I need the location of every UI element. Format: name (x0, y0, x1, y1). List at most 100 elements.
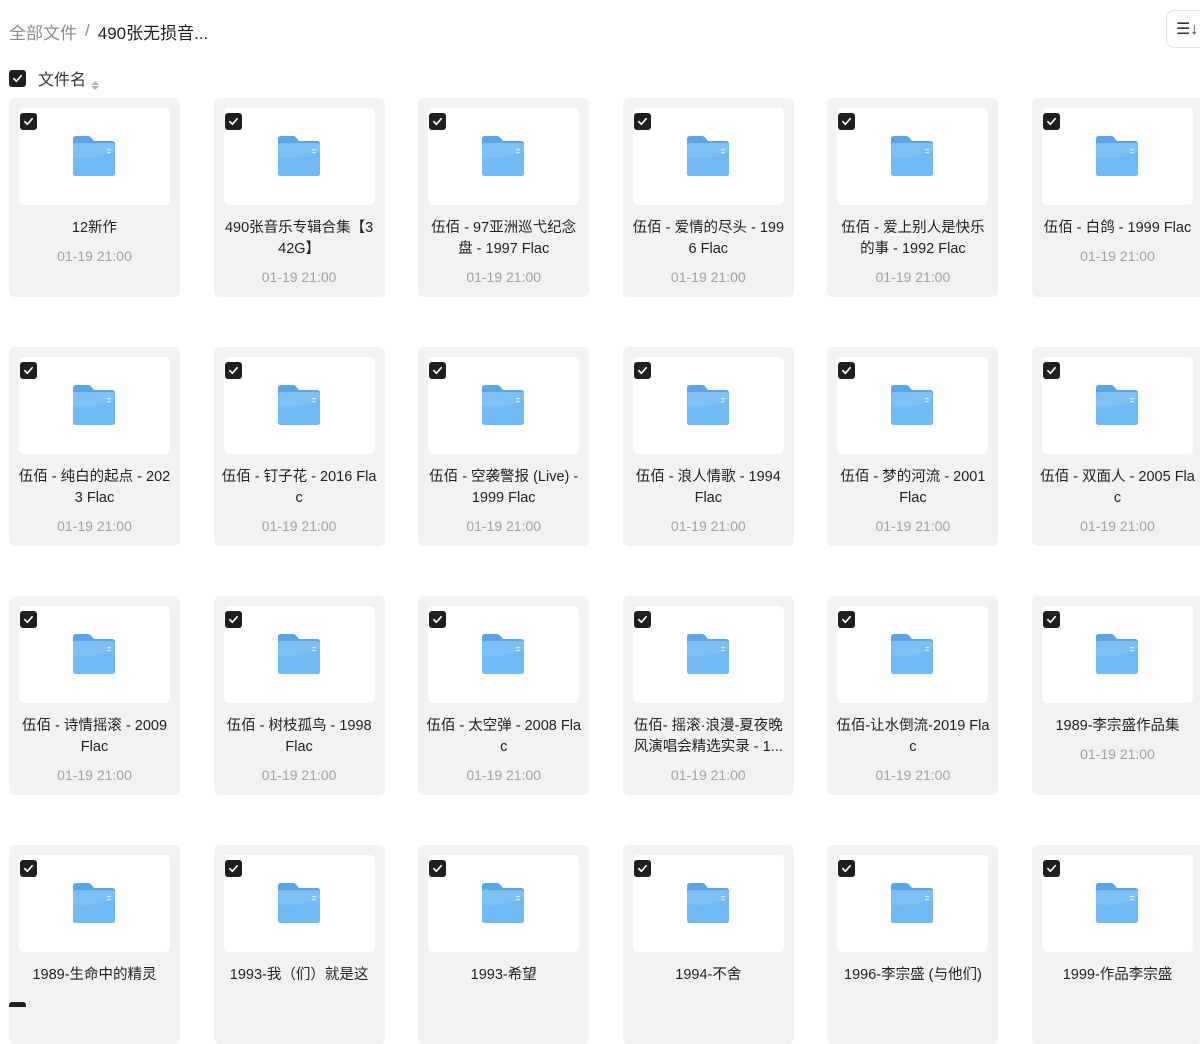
folder-checkbox[interactable] (633, 362, 651, 379)
folder-checkbox[interactable] (429, 611, 447, 628)
folder-card[interactable]: 伍佰 - 双面人 - 2005 Flac 01-19 21:00 (1032, 347, 1200, 546)
checkmark-icon (1047, 615, 1056, 624)
folder-name: 伍佰 - 爱上别人是快乐的事 - 1992 Flac (841, 220, 985, 257)
sort-button[interactable]: ☰↓ (1166, 10, 1200, 48)
checkmark-icon (842, 366, 852, 375)
folder-icon (685, 633, 731, 675)
folder-icon (1094, 882, 1140, 924)
folder-name: 伍佰 - 诗情摇滚 - 2009 Flac (21, 718, 168, 755)
folder-checkbox[interactable] (429, 860, 447, 877)
folder-checkbox[interactable] (224, 113, 242, 130)
folder-checkbox[interactable] (20, 362, 37, 379)
folder-checkbox[interactable] (838, 860, 856, 877)
folder-checkbox[interactable] (429, 362, 447, 379)
breadcrumb-current-folder: 490张无损音... (97, 23, 209, 43)
folder-card[interactable]: 伍佰-让水倒流-2019 Flac 01-19 21:00 (827, 596, 999, 795)
footer-bar (0, 1000, 1200, 1007)
folder-card[interactable]: 伍佰 - 97亚洲巡弋纪念盘 - 1997 Flac 01-19 21:00 (418, 98, 590, 297)
folder-name: 伍佰 - 钉子花 - 2016 Flac (221, 469, 377, 506)
folder-card[interactable]: 1996-李宗盛 (与他们) (827, 845, 999, 1044)
folder-name: 12新作 (71, 220, 118, 236)
folder-card[interactable]: 12新作 01-19 21:00 (9, 98, 180, 297)
folder-card[interactable]: 伍佰 - 诗情摇滚 - 2009 Flac 01-19 21:00 (9, 596, 180, 795)
folder-card[interactable]: 1993-我（们）就是这 (213, 845, 385, 1044)
folder-checkbox[interactable] (224, 611, 242, 628)
folder-date: 01-19 21:00 (261, 269, 337, 285)
folder-checkbox[interactable] (224, 362, 242, 379)
folder-name: 1993-希望 (470, 967, 537, 983)
checkmark-icon (637, 615, 647, 624)
folder-card[interactable]: 伍佰 - 树枝孤鸟 - 1998 Flac 01-19 21:00 (213, 596, 385, 795)
folder-date: 01-19 21:00 (670, 269, 746, 285)
folder-checkbox[interactable] (429, 113, 447, 130)
folder-card[interactable]: 伍佰 - 白鸽 - 1999 Flac 01-19 21:00 (1032, 98, 1200, 297)
folder-date: 01-19 21:00 (466, 767, 542, 783)
folder-checkbox[interactable] (224, 860, 242, 877)
folder-date: 01-19 21:00 (875, 767, 951, 783)
folder-icon (71, 882, 117, 924)
sort-arrows-icon (91, 81, 100, 90)
folder-card[interactable]: 伍佰- 摇滚·浪漫-夏夜晚风演唱会精选实录 - 1... 01-19 21:00 (622, 596, 794, 795)
folder-card[interactable]: 1989-生命中的精灵 (9, 845, 180, 1044)
folder-icon (889, 384, 935, 426)
folder-name: 1993-我（们）就是这 (229, 967, 369, 983)
folder-icon (276, 882, 322, 924)
folder-card[interactable]: 伍佰 - 浪人情歌 - 1994 Flac 01-19 21:00 (622, 347, 794, 546)
folder-checkbox[interactable] (838, 611, 856, 628)
checkmark-icon (24, 366, 33, 375)
select-all-checkbox[interactable] (9, 69, 26, 87)
checkmark-icon (842, 117, 852, 126)
folder-checkbox[interactable] (1043, 860, 1060, 877)
folder-card[interactable]: 伍佰 - 太空弹 - 2008 Flac 01-19 21:00 (418, 596, 590, 795)
checkmark-icon (433, 366, 443, 375)
checkmark-icon (842, 615, 852, 624)
checkmark-icon (433, 864, 443, 873)
folder-checkbox[interactable] (633, 860, 651, 877)
checkmark-icon (433, 117, 443, 126)
folder-checkbox[interactable] (1043, 113, 1060, 130)
footer-checkbox[interactable] (9, 1002, 26, 1007)
breadcrumb-root-link[interactable]: 全部文件 (9, 19, 77, 44)
folder-icon (889, 135, 935, 177)
folder-checkbox[interactable] (1043, 362, 1060, 379)
checkmark-icon (228, 366, 238, 375)
folder-card[interactable]: 伍佰 - 纯白的起点 - 2023 Flac 01-19 21:00 (9, 347, 180, 546)
list-sort-icon: ☰↓ (1176, 21, 1199, 38)
folder-name: 伍佰 - 太空弹 - 2008 Flac (426, 718, 582, 755)
folder-date: 01-19 21:00 (57, 248, 132, 264)
folder-name: 伍佰 - 树枝孤鸟 - 1998 Flac (226, 718, 372, 755)
checkmark-icon (1047, 864, 1056, 873)
folder-card[interactable]: 伍佰 - 钉子花 - 2016 Flac 01-19 21:00 (213, 347, 385, 546)
folder-card[interactable]: 伍佰 - 爱上别人是快乐的事 - 1992 Flac 01-19 21:00 (827, 98, 999, 297)
folder-checkbox[interactable] (633, 611, 651, 628)
folder-checkbox[interactable] (20, 113, 37, 130)
folder-icon (1094, 135, 1140, 177)
folder-date: 01-19 21:00 (466, 269, 542, 285)
folder-checkbox[interactable] (838, 113, 856, 130)
folder-checkbox[interactable] (20, 611, 37, 628)
folder-checkbox[interactable] (838, 362, 856, 379)
folder-name: 伍佰 - 纯白的起点 - 2023 Flac (18, 469, 171, 506)
breadcrumb-separator: / (85, 21, 90, 40)
folder-checkbox[interactable] (20, 860, 37, 877)
filename-column-label[interactable]: 文件名 (38, 66, 100, 90)
folder-card[interactable]: 1993-希望 (418, 845, 590, 1044)
checkmark-icon (228, 615, 238, 624)
folder-checkbox[interactable] (1043, 611, 1060, 628)
folder-checkbox[interactable] (633, 113, 651, 130)
folder-card[interactable]: 伍佰 - 空袭警报 (Live) - 1999 Flac 01-19 21:00 (418, 347, 590, 546)
folder-card[interactable]: 伍佰 - 梦的河流 - 2001 Flac 01-19 21:00 (827, 347, 999, 546)
folder-card[interactable]: 490张音乐专辑合集【342G】 01-19 21:00 (213, 98, 385, 297)
checkmark-icon (637, 117, 647, 126)
folder-card[interactable]: 1994-不舍 (622, 845, 794, 1044)
checkmark-icon (1047, 366, 1056, 375)
folder-card[interactable]: 伍佰 - 爱情的尽头 - 1996 Flac 01-19 21:00 (622, 98, 794, 297)
folder-date: 01-19 21:00 (670, 767, 746, 783)
folder-card[interactable]: 1999-作品李宗盛 (1032, 845, 1200, 1044)
folder-card[interactable]: 1989-李宗盛作品集 01-19 21:00 (1032, 596, 1200, 795)
folder-date: 01-19 21:00 (57, 518, 132, 534)
folder-icon (276, 384, 322, 426)
folder-name: 1989-生命中的精灵 (32, 967, 157, 983)
folder-icon (71, 135, 117, 177)
folder-name: 伍佰 - 白鸽 - 1999 Flac (1043, 220, 1192, 236)
